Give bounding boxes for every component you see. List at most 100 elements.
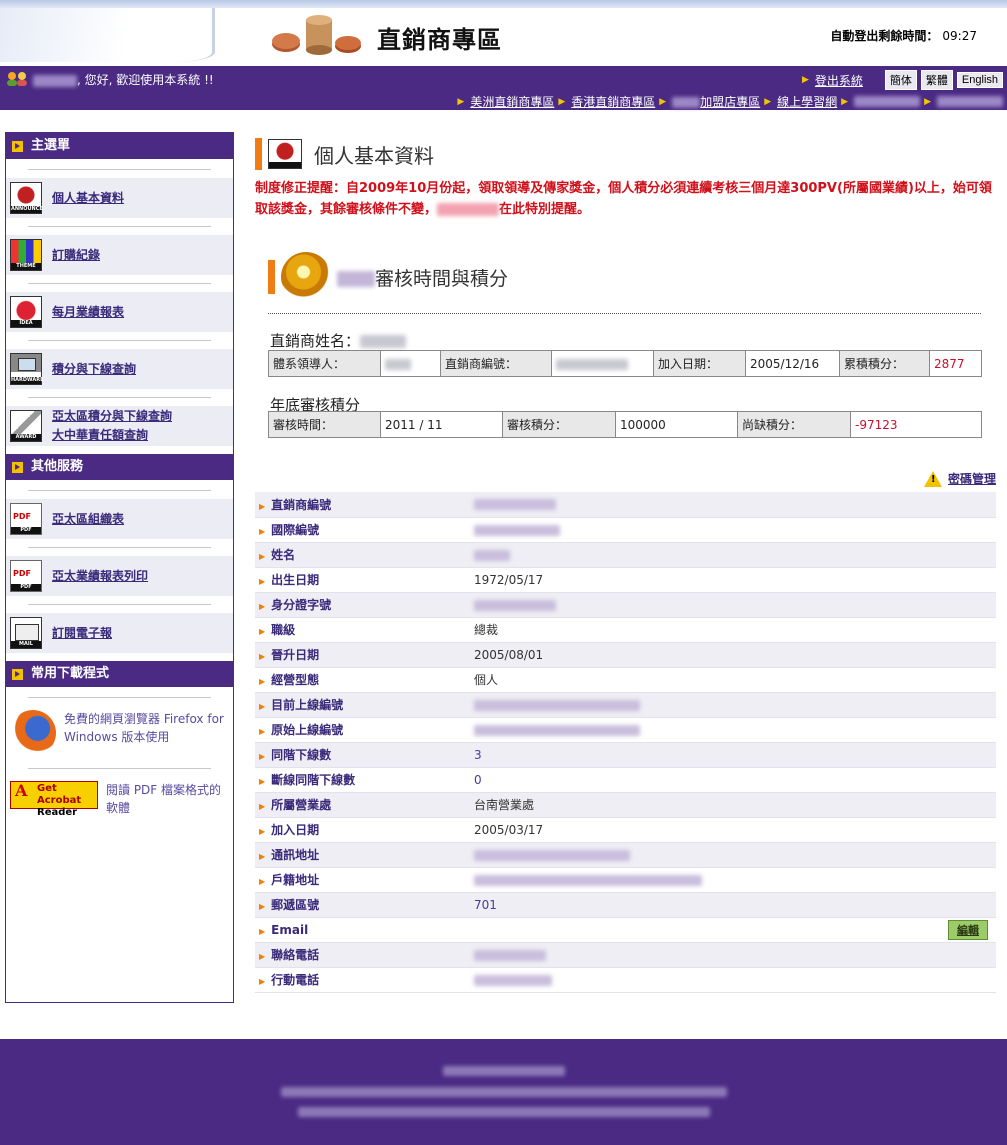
pdf-icon: PDF — [10, 503, 42, 535]
divider — [28, 547, 211, 548]
sidebar-item-profile[interactable]: ANNOUNCE 個人基本資料 — [6, 178, 233, 218]
sidebar-item-points-downline[interactable]: HARDWARE 積分與下線查詢 — [6, 349, 233, 389]
divider — [268, 313, 981, 314]
field-label-text: 晉升日期 — [271, 648, 320, 662]
field-label: ▶ 經營型態 — [255, 667, 470, 693]
redacted-text — [442, 1065, 565, 1076]
field-value-text: 台南營業處 — [474, 798, 535, 812]
warning-icon — [923, 470, 942, 487]
field-label: ▶ 身分證字號 — [255, 592, 470, 618]
quick-link-franchise[interactable]: 加盟店專區 — [672, 93, 760, 110]
redacted-text — [280, 1086, 727, 1097]
redacted-company — [437, 203, 500, 216]
lang-button-traditional[interactable]: 繁體 — [920, 70, 953, 90]
quick-link-elearning[interactable]: 線上學習網 — [777, 93, 837, 110]
table-row: ▶ 同階下線數 3 — [255, 742, 996, 768]
table-row: ▶ 職級 總裁 — [255, 617, 996, 643]
download-acrobat-text: 閱讀 PDF 檔案格式的軟體 — [106, 783, 222, 815]
users-icon — [7, 72, 27, 86]
top-actions: ▶ 登出系統 簡体 繁體 English — [802, 70, 1003, 90]
bullet-icon — [12, 668, 23, 680]
lang-button-english[interactable]: English — [956, 72, 1003, 88]
arrow-right-icon: ▶ — [259, 702, 266, 711]
sidebar-item-apac-org-chart[interactable]: PDF 亞太區組織表 — [6, 499, 233, 539]
sidebar-item-label[interactable]: 亞太區組織表 — [52, 510, 124, 529]
edit-email-button[interactable]: 編輯 — [948, 919, 988, 940]
coins-logo-icon — [272, 15, 361, 55]
sidebar-item-apac-points[interactable]: 亞太區積分與下線查詢 — [52, 407, 172, 426]
main-menu-heading-label: 主選單 — [31, 138, 71, 153]
arrow-right-icon: ▶ — [924, 96, 931, 107]
quick-links: ▶ 美洲直銷商專區 ▶ 香港直銷商專區 ▶ 加盟店專區 ▶ 線上學習網 ▶ ▶ — [457, 93, 1003, 110]
quick-link-redacted[interactable] — [937, 96, 1003, 107]
field-value-text: 701 — [474, 897, 497, 912]
download-firefox-text: 免費的網頁瀏覽器 Firefox for Windows 版本使用 — [64, 712, 224, 744]
accumulated-points-value: 2877 — [929, 350, 982, 377]
field-value — [470, 492, 996, 518]
field-label: ▶ 斷線同階下線數 — [255, 767, 470, 793]
top-navbar: , 您好, 歡迎使用本系統 !! ▶ 登出系統 簡体 繁體 English ▶ … — [0, 66, 1007, 110]
field-label-text: 加入日期 — [271, 823, 320, 837]
arrow-right-icon: ▶ — [259, 802, 266, 811]
download-acrobat[interactable]: Get AcrobatReader 閱讀 PDF 檔案格式的軟體 — [6, 777, 233, 829]
password-management: 密碼管理 — [923, 470, 996, 487]
announce-icon — [268, 139, 302, 169]
review-score-label: 審核積分： — [502, 411, 616, 438]
sidebar-item-monthly-report[interactable]: IDEA 每月業績報表 — [6, 292, 233, 332]
sidebar-item-label[interactable]: 每月業績報表 — [52, 303, 124, 322]
redacted-text — [474, 599, 556, 611]
arrow-right-icon: ▶ — [259, 777, 266, 786]
shortfall-value: -97123 — [850, 411, 982, 438]
distributor-id-value — [551, 350, 654, 377]
download-firefox[interactable]: 免費的網頁瀏覽器 Firefox for Windows 版本使用 — [6, 706, 233, 760]
arrow-right-icon: ▶ — [259, 627, 266, 636]
quick-link-redacted[interactable] — [854, 96, 921, 107]
redacted-text — [474, 949, 546, 961]
join-date-value: 2005/12/16 — [745, 350, 840, 377]
logout-timer-label: 自動登出剩餘時間： — [830, 29, 939, 43]
redacted-text — [474, 524, 560, 536]
sidebar-item-newsletter[interactable]: MAIL 訂閱電子報 — [6, 613, 233, 653]
field-label-text: 目前上線編號 — [271, 698, 344, 712]
field-value: 總裁 — [470, 617, 996, 643]
field-label: ▶ 加入日期 — [255, 817, 470, 843]
password-management-link[interactable]: 密碼管理 — [948, 470, 996, 487]
field-value-text: 總裁 — [474, 623, 499, 637]
sidebar-item-label[interactable]: 亞太業績報表列印 — [52, 567, 148, 586]
sidebar-item-apac-report-print[interactable]: PDF 亞太業績報表列印 — [6, 556, 233, 596]
redacted-text — [385, 358, 411, 370]
review-section-title: 審核時間與積分 — [337, 264, 508, 291]
sidebar-item-orders[interactable]: THEME 訂購紀錄 — [6, 235, 233, 275]
sidebar-item-label[interactable]: 積分與下線查詢 — [52, 360, 136, 379]
accumulated-points-label: 累積積分： — [839, 350, 930, 377]
sidebar-item-label[interactable]: 訂購紀錄 — [52, 246, 100, 265]
field-label: ▶ 直銷商編號 — [255, 492, 470, 518]
member-summary-table: 體系領導人： 直銷商編號： 加入日期： 2005/12/16 累積積分： 287… — [268, 350, 982, 377]
lang-button-simplified[interactable]: 簡体 — [884, 70, 917, 90]
table-row: ▶ 姓名 — [255, 542, 996, 568]
field-label-text: 國際編號 — [271, 523, 320, 537]
quick-link-americas[interactable]: 美洲直銷商專區 — [470, 93, 554, 110]
sidebar-item-label[interactable]: 訂閱電子報 — [52, 624, 112, 643]
field-value-text: 2005/03/17 — [474, 822, 544, 837]
arrow-right-icon: ▶ — [259, 752, 266, 761]
divider — [28, 283, 211, 284]
field-value — [470, 692, 996, 718]
policy-notice-text: 制度修正提醒：自2009年10月份起，領取領導及傳家獎金，個人積分必須連續考核三… — [255, 181, 992, 217]
field-label-text: 聯絡電話 — [271, 948, 320, 962]
hardware-icon: HARDWARE — [10, 353, 43, 385]
redacted-text — [672, 97, 701, 108]
field-label: ▶ 郵遞區號 — [255, 892, 470, 918]
field-value — [470, 942, 996, 968]
arrow-right-icon: ▶ — [259, 727, 266, 736]
quick-link-hongkong[interactable]: 香港直銷商專區 — [571, 93, 655, 110]
header-swoosh — [0, 8, 215, 62]
table-row: ▶ 通訊地址 — [255, 842, 996, 868]
theme-icon: THEME — [10, 239, 42, 271]
table-row: ▶ 國際編號 — [255, 517, 996, 543]
logout-link[interactable]: 登出系統 — [815, 72, 863, 89]
field-label: ▶ 行動電話 — [255, 967, 470, 993]
sidebar-item-label[interactable]: 個人基本資料 — [52, 189, 124, 208]
page-title: 個人基本資料 — [314, 143, 434, 168]
sidebar-item-greater-china-quota[interactable]: 大中華責任額查詢 — [52, 426, 172, 445]
